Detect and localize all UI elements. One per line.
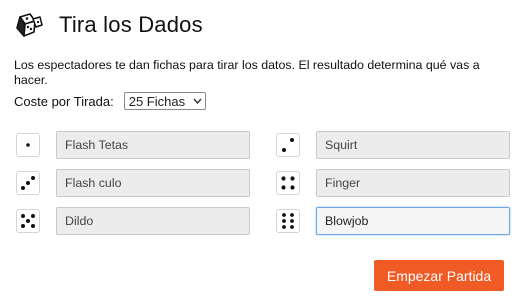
cost-select-value: 25 Fichas bbox=[128, 93, 186, 109]
dice-option-3: Flash culo bbox=[16, 169, 250, 197]
dice-option-4-input[interactable]: Finger bbox=[316, 169, 510, 197]
die-face-1-icon bbox=[16, 133, 40, 157]
die-face-2-icon bbox=[276, 133, 300, 157]
dice-icon bbox=[16, 13, 43, 37]
description-text: Los espectadores te dan fichas para tira… bbox=[14, 58, 480, 87]
cost-select[interactable]: 25 Fichas bbox=[123, 92, 206, 110]
cost-label: Coste por Tirada: bbox=[14, 93, 114, 109]
dice-option-6: Blowjob bbox=[276, 207, 510, 235]
page-title: Tira los Dados bbox=[59, 12, 203, 37]
dice-option-2-input[interactable]: Squirt bbox=[316, 131, 510, 159]
dice-option-5-input[interactable]: Dildo bbox=[56, 207, 250, 235]
die-face-6-icon bbox=[276, 209, 300, 233]
dice-option-1-input[interactable]: Flash Tetas bbox=[56, 131, 250, 159]
die-face-5-icon bbox=[16, 209, 40, 233]
dice-option-6-input[interactable]: Blowjob bbox=[316, 207, 510, 235]
dice-option-2: Squirt bbox=[276, 131, 510, 159]
dice-option-3-input[interactable]: Flash culo bbox=[56, 169, 250, 197]
start-game-button[interactable]: Empezar Partida bbox=[374, 260, 504, 291]
dice-option-5: Dildo bbox=[16, 207, 250, 235]
cost-row: Coste por Tirada: 25 Fichas bbox=[14, 92, 206, 110]
die-face-3-icon bbox=[16, 171, 40, 195]
dice-option-4: Finger bbox=[276, 169, 510, 197]
chevron-down-icon bbox=[193, 98, 202, 104]
die-face-4-icon bbox=[276, 171, 300, 195]
header: Tira los Dados bbox=[11, 11, 203, 39]
dice-option-1: Flash Tetas bbox=[16, 131, 250, 159]
